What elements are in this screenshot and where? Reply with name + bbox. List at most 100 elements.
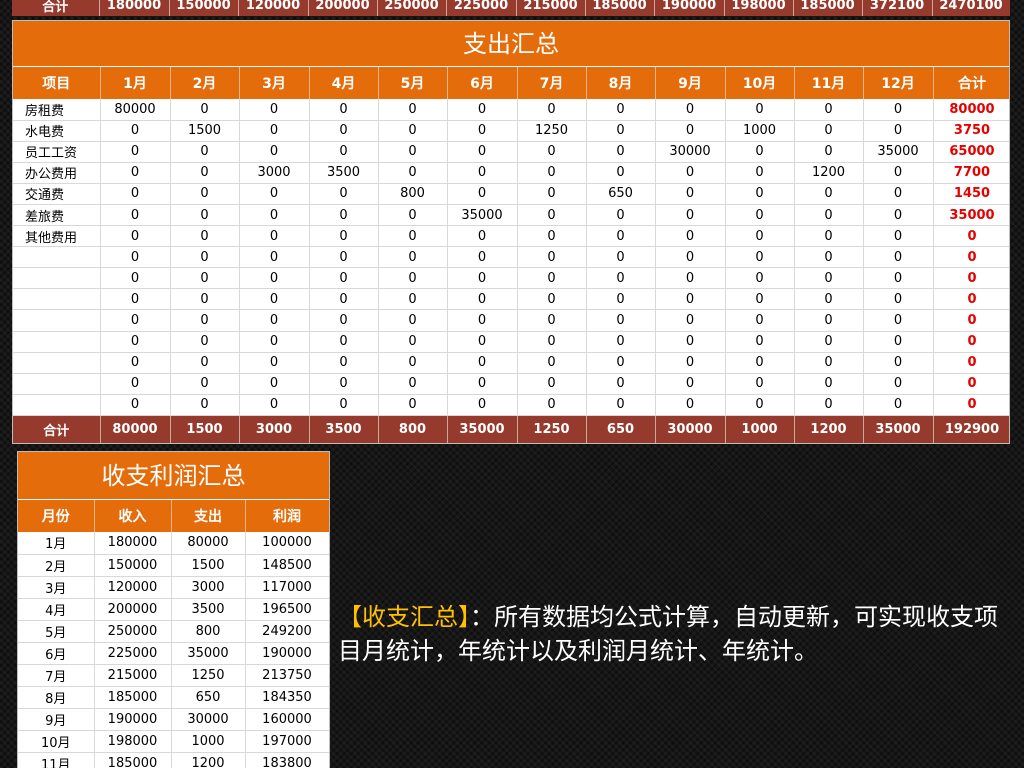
expense-item-label: 员工工资 [13, 141, 101, 163]
profit-cell: 6月 [18, 642, 95, 665]
expense-cell: 0 [170, 352, 240, 374]
expense-cell: 0 [239, 183, 310, 205]
profit-table-header: 月份 收入 支出 利润 [18, 500, 329, 532]
expense-row-total: 0 [933, 246, 1009, 269]
expense-cell: 0 [447, 267, 518, 290]
expense-cell: 0 [309, 267, 379, 290]
profit-cell: 225000 [94, 642, 172, 665]
expense-total-cell: 合计 [13, 415, 101, 443]
profit-summary-panel: 收支利润汇总 月份 收入 支出 利润 1月 180000 80000 100000 2月 150… [17, 451, 330, 768]
expense-cell: 0 [378, 204, 448, 227]
expense-cell: 1000 [725, 120, 795, 142]
expense-cell: 0 [725, 183, 795, 205]
income-total-cell: 198000 [724, 0, 794, 16]
expense-cell: 0 [309, 225, 379, 248]
description-text: 【收支汇总】：所有数据均公式计算，自动更新，可实现收支项目月统计，年统计以及利润… [338, 600, 1008, 668]
expense-cell: 0 [586, 309, 656, 332]
profit-cell: 2月 [18, 554, 95, 577]
expense-cell: 0 [794, 309, 864, 332]
expense-cell: 0 [863, 225, 934, 248]
profit-cell: 30000 [171, 708, 246, 731]
expense-row-total: 0 [933, 267, 1009, 290]
table-row: 0000000000000 [13, 309, 1009, 332]
expense-item-label [13, 267, 101, 290]
expense-cell: 0 [517, 288, 587, 311]
expense-cell: 0 [170, 225, 240, 248]
expense-item-label: 其他费用 [13, 225, 101, 248]
expense-table-header: 项目 1月 2月 3月 4月 5月 6月 7月 8月 9月 10月 11月 12月 合计 [13, 67, 1009, 99]
expense-row-total: 3750 [933, 120, 1009, 142]
expense-cell: 0 [378, 120, 448, 142]
profit-cell: 215000 [94, 664, 172, 687]
expense-cell: 0 [447, 309, 518, 332]
table-row: 员工工资 0 0 0 0 0 0 0 0 30000 0 0 35000 65000 [13, 141, 1009, 163]
income-total-cell: 185000 [585, 0, 655, 16]
expense-cell: 0 [378, 246, 448, 269]
expense-cell: 0 [725, 288, 795, 311]
expense-item-label: 交通费 [13, 183, 101, 205]
profit-cell: 1500 [171, 554, 246, 577]
expense-total-cell: 3500 [309, 415, 379, 443]
expense-column-header: 9月 [655, 67, 726, 99]
expense-item-label [13, 309, 101, 332]
expense-cell: 0 [447, 373, 518, 395]
expense-cell: 0 [378, 331, 448, 353]
expense-total-cell: 80000 [100, 415, 171, 443]
expense-cell: 0 [170, 267, 240, 290]
expense-cell: 35000 [863, 141, 934, 163]
table-row: 0000000000000 [13, 288, 1009, 311]
expense-cell: 0 [239, 225, 310, 248]
expense-cell: 650 [586, 183, 656, 205]
expense-cell: 0 [170, 288, 240, 311]
table-row: 其他费用 0 0 0 0 0 0 0 0 0 0 0 0 0 [13, 225, 1009, 248]
profit-cell: 185000 [94, 686, 172, 709]
expense-cell: 0 [239, 120, 310, 142]
expense-cell: 35000 [447, 204, 518, 227]
profit-column-header: 支出 [171, 500, 246, 532]
expense-cell: 0 [794, 394, 864, 416]
expense-cell: 0 [586, 141, 656, 163]
profit-column-header: 利润 [245, 500, 329, 532]
profit-cell: 5月 [18, 620, 95, 643]
expense-cell: 0 [100, 331, 171, 353]
expense-cell: 0 [586, 288, 656, 311]
expense-cell: 0 [655, 183, 726, 205]
expense-cell: 0 [794, 246, 864, 269]
expense-cell: 1200 [794, 162, 864, 184]
expense-cell: 0 [170, 183, 240, 205]
expense-cell: 0 [378, 309, 448, 332]
profit-cell: 196500 [245, 598, 329, 621]
expense-cell: 0 [100, 162, 171, 184]
expense-cell: 0 [517, 331, 587, 353]
expense-cell: 0 [239, 246, 310, 269]
expense-item-label: 房租费 [13, 99, 101, 121]
profit-cell: 1200 [171, 752, 246, 768]
expense-total-cell: 35000 [447, 415, 518, 443]
expense-cell: 0 [586, 204, 656, 227]
expense-cell: 0 [309, 141, 379, 163]
expense-cell: 0 [309, 309, 379, 332]
expense-cell: 0 [863, 288, 934, 311]
expense-cell: 0 [725, 162, 795, 184]
profit-table: 月份 收入 支出 利润 1月 180000 80000 100000 2月 150000 1500… [18, 500, 329, 768]
table-row: 0000000000000 [13, 394, 1009, 416]
expense-cell: 0 [863, 162, 934, 184]
expense-column-header: 4月 [309, 67, 379, 99]
expense-total-cell: 1500 [170, 415, 240, 443]
expense-item-label [13, 394, 101, 416]
profit-cell: 185000 [94, 752, 172, 768]
expense-cell: 0 [309, 246, 379, 269]
expense-cell: 0 [863, 120, 934, 142]
expense-cell: 0 [378, 373, 448, 395]
expense-row-total: 80000 [933, 99, 1009, 121]
expense-item-label [13, 246, 101, 269]
expense-cell: 0 [517, 183, 587, 205]
expense-cell: 0 [170, 141, 240, 163]
expense-summary-title: 支出汇总 [13, 21, 1009, 67]
expense-cell: 0 [863, 246, 934, 269]
expense-cell: 0 [100, 373, 171, 395]
table-row: 差旅费 0 0 0 0 0 35000 0 0 0 0 0 0 35000 [13, 204, 1009, 227]
expense-cell: 0 [378, 141, 448, 163]
expense-cell: 0 [586, 331, 656, 353]
income-total-cell: 合计 [12, 0, 100, 16]
